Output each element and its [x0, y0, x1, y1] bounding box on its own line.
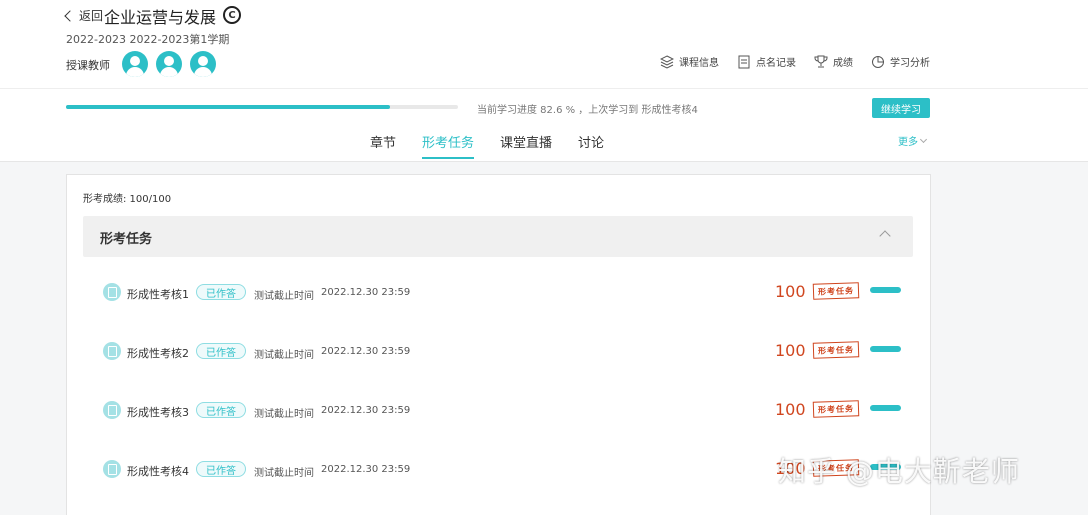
quiz-icon: [103, 460, 121, 478]
status-badge: 已作答: [196, 461, 246, 477]
pie-chart-icon: [872, 55, 884, 68]
deadline-label: 测试截止时间: [254, 291, 314, 302]
task-name[interactable]: 形成性考核1: [127, 286, 189, 302]
course-header: 返回 企业运营与发展 C 2022-2023 2022-2023第1学期 授课教…: [0, 0, 1088, 162]
learning-analysis-button[interactable]: 学习分析: [871, 54, 930, 69]
top-actions: 课程信息 点名记录 成绩 学习分析: [660, 54, 930, 69]
teacher-label: 授课教师: [66, 59, 110, 72]
task-action-pill[interactable]: [870, 346, 901, 352]
task-name[interactable]: 形成性考核3: [127, 404, 189, 420]
task-row[interactable]: 形成性考核1 已作答 测试截止时间 2022.12.30 23:59 100 形…: [103, 282, 913, 303]
chevron-up-icon[interactable]: [879, 230, 891, 242]
copyright-icon: C: [223, 6, 241, 24]
continue-learning-button[interactable]: 继续学习: [872, 98, 930, 118]
teacher-avatar-icon[interactable]: [156, 51, 182, 77]
course-title: 企业运营与发展: [104, 8, 217, 27]
task-score: 100: [775, 282, 806, 301]
more-label: 更多: [898, 137, 918, 148]
status-badge: 已作答: [196, 402, 246, 418]
course-info-button[interactable]: 课程信息: [660, 54, 719, 69]
header-divider: [0, 88, 1088, 89]
watermark: 知乎 @电大靳老师: [778, 455, 1020, 488]
chevron-left-icon: [64, 9, 76, 22]
teacher-avatars: [122, 51, 216, 77]
task-row[interactable]: 形成性考核2 已作答 测试截止时间 2022.12.30 23:59 100 形…: [103, 341, 913, 362]
deadline-label: 测试截止时间: [254, 468, 314, 479]
grades-label: 成绩: [833, 58, 853, 69]
more-menu[interactable]: 更多: [898, 133, 928, 148]
quiz-icon: [103, 283, 121, 301]
document-icon: [738, 55, 750, 68]
status-badge: 已作答: [196, 343, 246, 359]
course-info-label: 课程信息: [679, 58, 719, 69]
task-group-header[interactable]: 形考任务: [83, 216, 913, 257]
tab-chapters[interactable]: 章节: [370, 132, 396, 159]
tab-bar: 章节 形考任务 课堂直播 讨论: [370, 132, 604, 159]
deadline-label: 测试截止时间: [254, 409, 314, 420]
deadline-value: 2022.12.30 23:59: [321, 287, 411, 298]
task-name[interactable]: 形成性考核2: [127, 345, 189, 361]
deadline-label: 测试截止时间: [254, 350, 314, 361]
deadline-value: 2022.12.30 23:59: [321, 464, 411, 475]
chevron-down-icon: [919, 135, 928, 143]
task-action-pill[interactable]: [870, 405, 901, 411]
layers-icon: [660, 54, 674, 69]
task-name[interactable]: 形成性考核4: [127, 463, 189, 479]
status-badge: 已作答: [196, 284, 246, 300]
task-score: 100: [775, 341, 806, 360]
teacher-avatar-icon[interactable]: [122, 51, 148, 77]
quiz-icon: [103, 342, 121, 360]
tab-assessment-tasks[interactable]: 形考任务: [422, 132, 475, 159]
trophy-icon: [814, 55, 828, 67]
task-row[interactable]: 形成性考核3 已作答 测试截止时间 2022.12.30 23:59 100 形…: [103, 400, 913, 421]
learning-analysis-label: 学习分析: [890, 58, 930, 69]
back-label: 返回: [79, 9, 104, 23]
tab-live-class[interactable]: 课堂直播: [500, 132, 552, 159]
deadline-value: 2022.12.30 23:59: [321, 346, 411, 357]
assessment-stamp: 形考任务: [812, 400, 860, 418]
tab-discussion[interactable]: 讨论: [578, 132, 604, 159]
assessment-score: 形考成绩: 100/100: [83, 194, 172, 205]
term-label: 2022-2023 2022-2023第1学期: [66, 33, 230, 46]
task-group-title: 形考任务: [100, 232, 153, 247]
teacher-avatar-icon[interactable]: [190, 51, 216, 77]
assessment-stamp: 形考任务: [812, 341, 860, 359]
attendance-record-label: 点名记录: [756, 58, 796, 69]
grades-button[interactable]: 成绩: [814, 54, 853, 69]
progress-bar: [66, 105, 458, 109]
assessment-stamp: 形考任务: [812, 282, 860, 300]
progress-text: 当前学习进度 82.6 % ，上次学习到 形成性考核4: [477, 105, 698, 116]
quiz-icon: [103, 401, 121, 419]
task-action-pill[interactable]: [870, 287, 901, 293]
task-score: 100: [775, 400, 806, 419]
attendance-record-button[interactable]: 点名记录: [737, 54, 796, 69]
back-link[interactable]: 返回: [64, 7, 104, 24]
progress-fill: [66, 105, 390, 109]
deadline-value: 2022.12.30 23:59: [321, 405, 411, 416]
